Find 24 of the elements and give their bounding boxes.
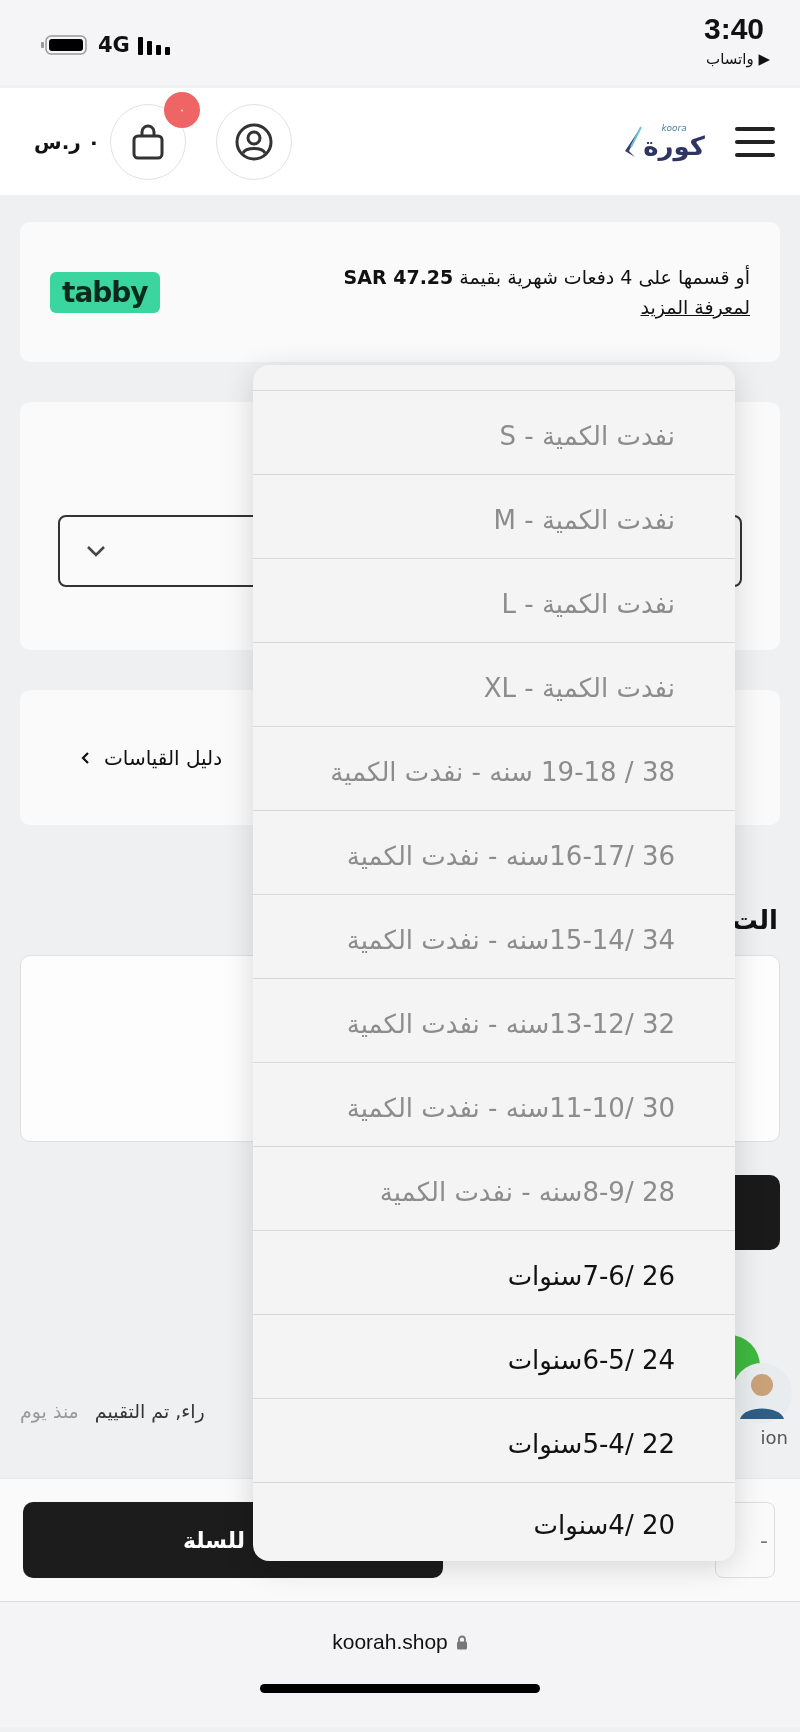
lock-icon [455,1634,468,1650]
learn-more-link[interactable]: لمعرفة المزيد [343,296,750,318]
menu-icon[interactable] [735,124,775,159]
cart-count-badge: ٠ [164,91,200,128]
network-label: 4G [98,33,130,57]
bag-icon [131,122,165,161]
size-option[interactable]: 24 /6-5سنوات [253,1315,735,1399]
chevron-left-icon [80,750,90,765]
user-icon [234,121,274,162]
address-bar[interactable]: koorah.shop [332,1630,468,1654]
back-link[interactable]: ▶ واتساب [706,50,770,68]
cart-total: ٠ ر.س [33,129,100,154]
clock-time: 3:40 [703,12,764,46]
signal-icon [137,35,172,55]
size-option[interactable]: 22 /5-4سنوات [253,1399,735,1483]
review-text: راء, تم التقييم [94,1400,205,1422]
chevron-down-icon [86,545,106,557]
logo-subtext: koora [661,124,687,133]
tabby-logo: tabby [50,271,160,313]
size-guide-link[interactable]: دليل القياسات [80,745,223,770]
size-option[interactable]: 26 /7-6سنوات [253,1231,735,1315]
battery-icon [40,34,90,56]
review-time: منذ يوم [20,1400,79,1422]
reviewer-name: ion [760,1427,788,1448]
